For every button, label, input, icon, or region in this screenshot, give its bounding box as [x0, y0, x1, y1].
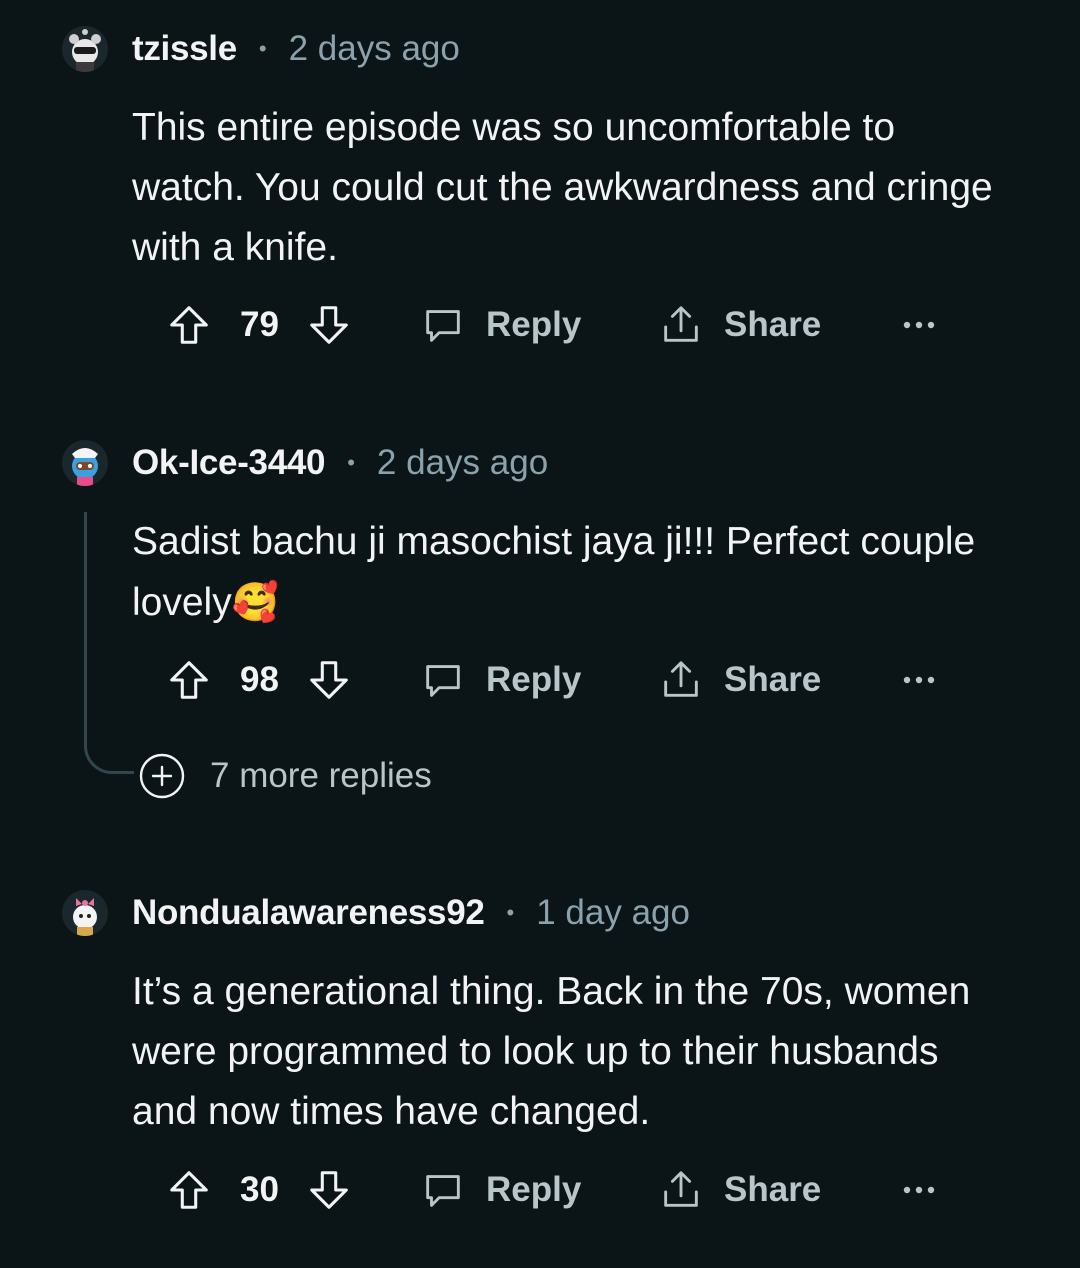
share-upload-icon — [664, 661, 698, 697]
share-button[interactable]: Share — [658, 655, 821, 705]
timestamp: 2 days ago — [376, 443, 549, 482]
arrow-up-outline-icon — [170, 661, 208, 699]
share-button[interactable]: Share — [658, 1165, 821, 1215]
plus-circle-icon — [139, 753, 185, 799]
user-avatar[interactable] — [62, 440, 108, 486]
snoo-avatar-icon — [69, 29, 101, 72]
more-replies-button[interactable]: 7 more replies — [138, 752, 432, 800]
user-avatar[interactable] — [62, 890, 108, 936]
comment-body: Sadist bachu ji masochist jaya ji!!! Per… — [132, 512, 1012, 633]
more-replies-label: 7 more replies — [210, 756, 432, 795]
vote-score: 30 — [240, 1170, 279, 1209]
arrow-up-outline-icon — [170, 306, 208, 344]
comment-body: This entire episode was so uncomfortable… — [132, 106, 993, 269]
username[interactable]: Nondualawareness92 — [132, 893, 485, 933]
vote-score: 98 — [240, 660, 279, 699]
share-upload-icon — [664, 1171, 698, 1207]
downvote-button[interactable] — [306, 655, 352, 705]
upvote-button[interactable] — [166, 655, 212, 705]
arrow-down-outline-icon — [310, 306, 348, 344]
speech-bubble-icon — [426, 1175, 460, 1207]
more-options-button[interactable] — [902, 300, 936, 350]
downvote-button[interactable] — [306, 1165, 352, 1215]
ellipsis-icon — [903, 321, 935, 329]
share-upload-icon — [664, 306, 698, 342]
ellipsis-icon — [903, 1186, 935, 1194]
comment-actions: 79 Reply Share — [166, 300, 946, 350]
reply-label: Reply — [486, 305, 582, 344]
reply-label: Reply — [486, 1170, 582, 1209]
more-options-button[interactable] — [902, 655, 936, 705]
ellipsis-icon — [903, 676, 935, 684]
username[interactable]: tzissle — [132, 29, 237, 69]
timestamp: 1 day ago — [536, 893, 690, 932]
comment-meta: Nondualawareness92 • 1 day ago — [132, 890, 690, 936]
comment-meta: Ok-Ice-3440 • 2 days ago — [132, 440, 548, 486]
reply-button[interactable]: Reply — [420, 1165, 581, 1215]
reply-button[interactable]: Reply — [420, 655, 581, 705]
comment-meta: tzissle • 2 days ago — [132, 26, 460, 72]
upvote-button[interactable] — [166, 300, 212, 350]
downvote-button[interactable] — [306, 300, 352, 350]
meta-separator: • — [258, 36, 267, 61]
meta-separator: • — [506, 900, 515, 925]
speech-bubble-icon — [426, 665, 460, 697]
speech-bubble-icon — [426, 310, 460, 342]
reply-label: Reply — [486, 660, 582, 699]
share-label: Share — [724, 1170, 822, 1209]
more-options-button[interactable] — [902, 1165, 936, 1215]
vote-score: 79 — [240, 305, 279, 344]
snoo-avatar-icon — [72, 448, 98, 486]
arrow-down-outline-icon — [310, 1171, 348, 1209]
comment-actions: 30 Reply Share — [166, 1165, 946, 1215]
reply-button[interactable]: Reply — [420, 300, 581, 350]
arrow-up-outline-icon — [170, 1171, 208, 1209]
user-avatar[interactable] — [62, 26, 108, 72]
share-label: Share — [724, 660, 822, 699]
share-label: Share — [724, 305, 822, 344]
snoo-avatar-icon — [73, 898, 97, 936]
username[interactable]: Ok-Ice-3440 — [132, 443, 326, 483]
smiling-face-with-hearts-emoji: 🥰 — [231, 580, 280, 624]
thread-line[interactable] — [84, 512, 134, 774]
comment-actions: 98 Reply Share — [166, 655, 946, 705]
arrow-down-outline-icon — [310, 661, 348, 699]
timestamp: 2 days ago — [288, 29, 460, 68]
share-button[interactable]: Share — [658, 300, 821, 350]
meta-separator: • — [347, 450, 355, 475]
comment-body: It’s a generational thing. Back in the 7… — [132, 970, 971, 1133]
upvote-button[interactable] — [166, 1165, 212, 1215]
